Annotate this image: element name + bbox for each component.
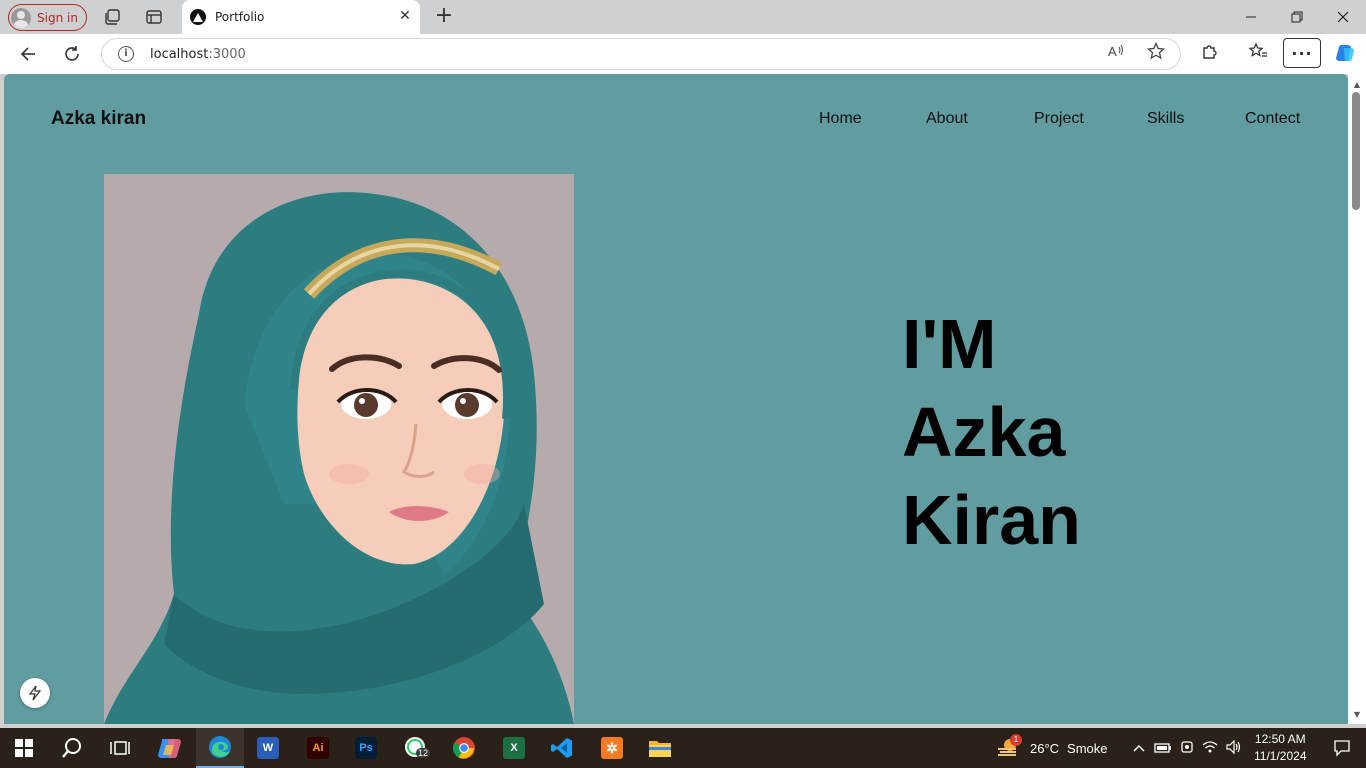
lightning-bolt-icon xyxy=(28,685,42,701)
weather-widget[interactable]: 1 26°C Smoke xyxy=(996,728,1108,768)
tab-actions-icon[interactable] xyxy=(143,6,165,28)
start-button-icon[interactable] xyxy=(0,728,48,768)
show-hidden-icons-chevron-icon[interactable] xyxy=(1132,741,1146,756)
profile-avatar-icon xyxy=(11,7,31,28)
hero-line-2: Azka xyxy=(902,393,1066,471)
copilot-taskbar-icon[interactable] xyxy=(146,728,194,768)
site-brand[interactable]: Azka kiran xyxy=(51,108,146,130)
page-viewport: Azka kiran Home About Project Skills Con… xyxy=(4,74,1348,724)
browser-toolbar: i localhost:3000 A ··· xyxy=(0,34,1366,74)
hero-line-1: I'M xyxy=(902,305,997,383)
notifications-icon[interactable] xyxy=(1318,728,1366,768)
read-aloud-icon[interactable]: A xyxy=(1106,41,1126,61)
favorites-icon[interactable] xyxy=(1248,41,1268,61)
edge-taskbar-icon[interactable] xyxy=(196,728,244,768)
excel-taskbar-icon[interactable]: X xyxy=(490,728,538,768)
tab-portfolio[interactable]: Portfolio ✕ xyxy=(182,0,420,34)
vscode-taskbar-icon[interactable] xyxy=(538,728,586,768)
nav-link-project[interactable]: Project xyxy=(1034,110,1084,128)
sign-in-button[interactable]: Sign in xyxy=(8,4,87,31)
hero-heading: I'M Azka Kiran xyxy=(902,300,1081,564)
clock-date: 11/1/2024 xyxy=(1254,749,1307,763)
nav-link-contact[interactable]: Contect xyxy=(1245,110,1300,128)
clock-time: 12:50 AM xyxy=(1254,732,1306,746)
weather-text: Smoke xyxy=(1067,740,1108,756)
scrollbar-thumb[interactable] xyxy=(1352,92,1360,210)
nextjs-favicon-icon xyxy=(190,9,206,25)
volume-icon[interactable] xyxy=(1226,739,1242,757)
meet-now-icon[interactable] xyxy=(1180,740,1194,757)
weather-temp: 26°C xyxy=(1030,740,1060,756)
word-taskbar-icon[interactable]: W xyxy=(244,728,292,768)
svg-text:A: A xyxy=(1108,44,1117,59)
close-window-icon[interactable] xyxy=(1320,0,1366,34)
workspaces-icon[interactable] xyxy=(102,6,124,28)
illustrator-taskbar-icon[interactable]: Ai xyxy=(294,728,342,768)
address-bar[interactable]: i localhost:3000 xyxy=(101,38,1181,70)
site-info-icon[interactable]: i xyxy=(118,46,134,62)
task-view-icon[interactable] xyxy=(96,728,144,768)
hero-line-3: Kiran xyxy=(902,481,1081,559)
windows-taskbar: W Ai Ps 12 X ✲ 1 26°C Smoke 12:50 AM 11/… xyxy=(0,728,1366,768)
extensions-icon[interactable] xyxy=(1199,41,1219,61)
wifi-icon[interactable] xyxy=(1202,740,1218,757)
url-port: :3000 xyxy=(208,46,246,62)
weather-smoke-icon: 1 xyxy=(996,734,1022,759)
whatsapp-taskbar-icon[interactable]: 12 xyxy=(392,728,440,768)
weather-badge: 1 xyxy=(1010,734,1022,746)
profile-photo xyxy=(104,174,574,724)
photoshop-taskbar-icon[interactable]: Ps xyxy=(342,728,390,768)
sign-in-label: Sign in xyxy=(37,10,78,25)
whatsapp-badge: 12 xyxy=(416,748,431,758)
tab-title: Portfolio xyxy=(215,10,265,24)
page-scrollbar[interactable]: ▲ ▼ xyxy=(1348,74,1366,724)
restore-icon[interactable] xyxy=(1274,0,1320,34)
new-tab-icon[interactable]: + xyxy=(432,5,456,29)
system-tray xyxy=(1132,728,1242,768)
settings-and-more-button[interactable]: ··· xyxy=(1283,38,1321,68)
browser-title-bar: Sign in Portfolio ✕ + xyxy=(0,0,1366,34)
favorite-star-icon[interactable] xyxy=(1146,41,1166,61)
nextjs-dev-indicator-button[interactable] xyxy=(20,678,50,708)
close-tab-icon[interactable]: ✕ xyxy=(398,9,412,23)
nav-link-skills[interactable]: Skills xyxy=(1147,110,1184,128)
taskbar-clock[interactable]: 12:50 AM 11/1/2024 xyxy=(1254,731,1307,765)
back-arrow-icon[interactable] xyxy=(16,42,40,66)
nav-link-about[interactable]: About xyxy=(926,110,968,128)
search-icon[interactable] xyxy=(48,728,96,768)
refresh-icon[interactable] xyxy=(60,42,84,66)
file-explorer-taskbar-icon[interactable] xyxy=(636,728,684,768)
xampp-taskbar-icon[interactable]: ✲ xyxy=(588,728,636,768)
url-host: localhost xyxy=(150,46,209,62)
battery-icon[interactable] xyxy=(1154,741,1172,756)
minimize-icon[interactable] xyxy=(1228,0,1274,34)
nav-link-home[interactable]: Home xyxy=(819,110,862,128)
scroll-down-arrow-icon[interactable]: ▼ xyxy=(1352,710,1362,719)
chrome-taskbar-icon[interactable] xyxy=(440,728,488,768)
copilot-icon[interactable] xyxy=(1333,41,1357,65)
scroll-up-arrow-icon[interactable]: ▲ xyxy=(1352,80,1362,89)
